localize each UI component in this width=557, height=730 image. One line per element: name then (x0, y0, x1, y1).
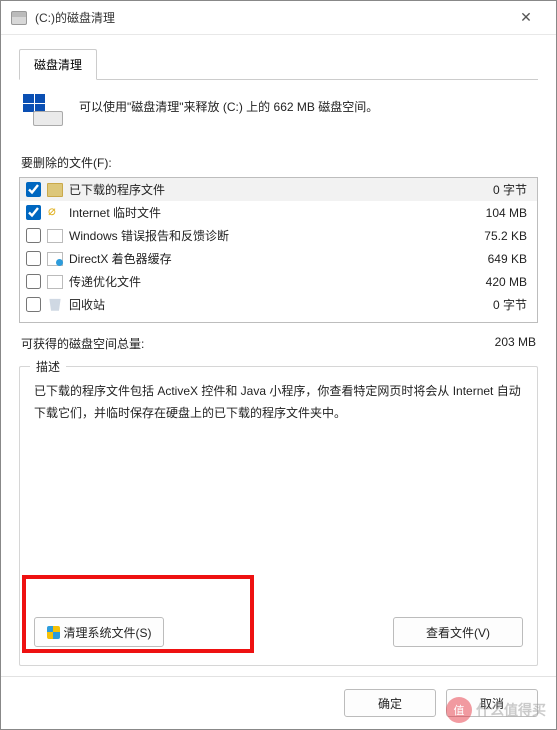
intro-text: 可以使用"磁盘清理"来释放 (C:) 上的 662 MB 磁盘空间。 (79, 94, 378, 117)
file-checkbox[interactable] (26, 251, 41, 266)
recycle-bin-icon (47, 298, 63, 312)
page-icon (47, 275, 63, 289)
close-button[interactable]: ✕ (506, 4, 546, 32)
file-name: Internet 临时文件 (69, 204, 480, 221)
tab-strip: 磁盘清理 (19, 49, 538, 80)
file-row[interactable]: DirectX 着色器缓存 649 KB (20, 247, 537, 270)
file-row[interactable]: 传递优化文件 420 MB (20, 270, 537, 293)
file-size: 0 字节 (493, 296, 531, 313)
total-value: 203 MB (495, 335, 536, 352)
content-area: 磁盘清理 可以使用"磁盘清理"来释放 (C:) 上的 662 MB 磁盘空间。 … (1, 35, 556, 676)
file-row[interactable]: 回收站 0 字节 (20, 293, 537, 316)
file-name: Windows 错误报告和反馈诊断 (69, 227, 478, 244)
window-title: (C:)的磁盘清理 (35, 9, 506, 26)
view-files-button[interactable]: 查看文件(V) (393, 617, 523, 647)
file-size: 649 KB (488, 252, 531, 266)
directx-icon (47, 252, 63, 266)
file-checkbox[interactable] (26, 274, 41, 289)
intro-row: 可以使用"磁盘清理"来释放 (C:) 上的 662 MB 磁盘空间。 (19, 94, 538, 126)
files-label: 要删除的文件(F): (21, 154, 538, 171)
file-row[interactable]: 已下载的程序文件 0 字节 (20, 178, 537, 201)
file-size: 420 MB (486, 275, 531, 289)
dialog-window: (C:)的磁盘清理 ✕ 磁盘清理 可以使用"磁盘清理"来释放 (C:) 上的 6… (0, 0, 557, 730)
disk-cleanup-icon (23, 94, 63, 126)
folder-icon (47, 183, 63, 197)
total-label: 可获得的磁盘空间总量: (21, 335, 144, 352)
internet-icon (47, 206, 63, 220)
file-name: DirectX 着色器缓存 (69, 250, 482, 267)
file-checkbox[interactable] (26, 297, 41, 312)
titlebar: (C:)的磁盘清理 ✕ (1, 1, 556, 35)
file-row[interactable]: Internet 临时文件 104 MB (20, 201, 537, 224)
file-checkbox[interactable] (26, 205, 41, 220)
file-row[interactable]: Windows 错误报告和反馈诊断 75.2 KB (20, 224, 537, 247)
file-name: 回收站 (69, 296, 487, 313)
total-row: 可获得的磁盘空间总量: 203 MB (19, 323, 538, 360)
ok-button[interactable]: 确定 (344, 689, 436, 717)
file-size: 104 MB (486, 206, 531, 220)
description-text: 已下载的程序文件包括 ActiveX 控件和 Java 小程序，你查看特定网页时… (34, 381, 523, 424)
file-checkbox[interactable] (26, 182, 41, 197)
file-size: 0 字节 (493, 181, 531, 198)
footer: 确定 取消 值 什么值得买 (1, 676, 556, 729)
file-list[interactable]: 已下载的程序文件 0 字节 Internet 临时文件 104 MB Windows 错… (19, 177, 538, 323)
clean-system-files-label: 清理系统文件(S) (64, 624, 152, 641)
cancel-button[interactable]: 取消 (446, 689, 538, 717)
file-size: 75.2 KB (484, 229, 531, 243)
page-icon (47, 229, 63, 243)
file-checkbox[interactable] (26, 228, 41, 243)
description-buttons: 清理系统文件(S) 查看文件(V) (34, 597, 523, 647)
description-title: 描述 (30, 358, 66, 375)
file-name: 传递优化文件 (69, 273, 480, 290)
clean-system-files-button[interactable]: 清理系统文件(S) (34, 617, 164, 647)
file-name: 已下载的程序文件 (69, 181, 487, 198)
view-files-label: 查看文件(V) (426, 624, 490, 641)
drive-icon (11, 11, 27, 25)
tab-disk-cleanup[interactable]: 磁盘清理 (19, 49, 97, 80)
description-group: 描述 已下载的程序文件包括 ActiveX 控件和 Java 小程序，你查看特定… (19, 366, 538, 666)
shield-icon (47, 626, 60, 639)
